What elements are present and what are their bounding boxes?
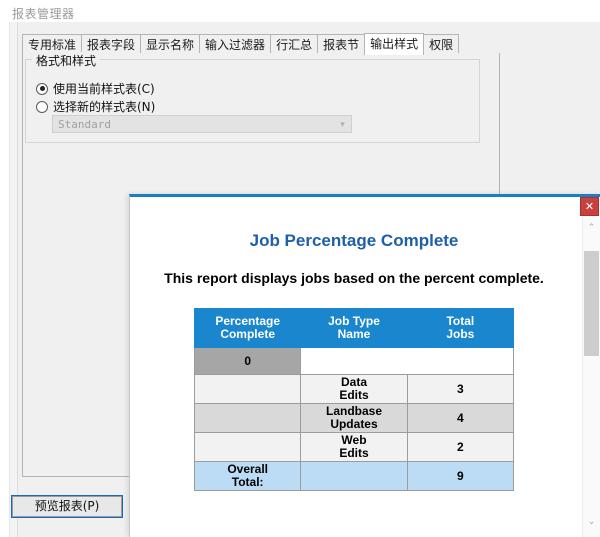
close-icon[interactable]: ✕ bbox=[580, 197, 599, 216]
cell-total-jobs: 2 bbox=[406, 432, 515, 462]
tab-output-style[interactable]: 输出样式 bbox=[364, 33, 425, 55]
tab-row-totals[interactable]: 行汇总 bbox=[270, 34, 319, 54]
column-header-jobtype-line2: Name bbox=[337, 327, 371, 341]
scroll-up-icon[interactable]: ⌃ bbox=[583, 220, 600, 237]
cell-job-type-line2: Updates bbox=[330, 417, 378, 431]
window-frame-inner bbox=[10, 22, 18, 537]
cell-job-type: Landbase Updates bbox=[300, 403, 408, 433]
radio-use-current-stylesheet[interactable]: 使用当前样式表(C) bbox=[36, 80, 155, 97]
tab-special-criteria[interactable]: 专用标准 bbox=[22, 34, 83, 54]
table-row: Landbase Updates 4 bbox=[193, 403, 515, 433]
radio-select-new-stylesheet[interactable]: 选择新的样式表(N) bbox=[36, 98, 155, 115]
table-row: Data Edits 3 bbox=[193, 374, 515, 404]
window-frame-outer bbox=[0, 22, 10, 537]
cell-spacer bbox=[300, 347, 514, 375]
column-header-total-line1: Total bbox=[446, 314, 475, 328]
table-row: Web Edits 2 bbox=[193, 432, 515, 462]
report-subtitle: This report displays jobs based on the p… bbox=[164, 270, 544, 286]
cell-percentage bbox=[193, 403, 302, 433]
column-header-percentage-complete: Percentage Complete bbox=[193, 308, 302, 348]
report-title: Job Percentage Complete bbox=[249, 231, 459, 250]
scroll-down-icon[interactable]: ⌄ bbox=[583, 514, 600, 531]
cell-job-type bbox=[300, 461, 408, 491]
cell-percentage bbox=[193, 374, 302, 404]
radio-unselected-icon bbox=[36, 100, 48, 113]
cell-job-type-line1: Landbase bbox=[325, 404, 382, 418]
report-table: Percentage Complete Job Type Name Total … bbox=[193, 308, 515, 491]
tab-report-fields[interactable]: 报表字段 bbox=[81, 34, 142, 54]
window-titlebar: 报表管理器 bbox=[0, 0, 600, 22]
stylesheet-select-value: Standard bbox=[58, 117, 111, 131]
report-preview-content: Job Percentage Complete This report disp… bbox=[130, 197, 578, 537]
column-header-total-line2: Jobs bbox=[446, 327, 475, 341]
cell-job-type-line1: Data bbox=[340, 375, 367, 389]
report-preview-dialog: Job Percentage Complete This report disp… bbox=[129, 194, 600, 537]
radio-use-current-stylesheet-label: 使用当前样式表(C) bbox=[53, 82, 155, 96]
window-title: 报表管理器 bbox=[12, 7, 75, 21]
tab-input-filters[interactable]: 输入过滤器 bbox=[199, 34, 272, 54]
cell-job-type-line1: Web bbox=[341, 433, 367, 447]
tab-display-names[interactable]: 显示名称 bbox=[140, 34, 201, 54]
column-header-job-type-name: Job Type Name bbox=[300, 308, 408, 348]
tab-permissions[interactable]: 权限 bbox=[423, 34, 460, 54]
table-header-row: Percentage Complete Job Type Name Total … bbox=[193, 308, 515, 348]
cell-job-type: Data Edits bbox=[300, 374, 408, 404]
cell-overall-total-line1: Overall bbox=[227, 462, 269, 476]
report-scrollbar[interactable]: ⌃ ⌄ bbox=[582, 216, 600, 537]
cell-overall-total-label: Overall Total: bbox=[193, 461, 302, 491]
column-header-percentage-line1: Percentage bbox=[215, 314, 281, 328]
table-row: 0 bbox=[193, 347, 514, 375]
column-header-percentage-line2: Complete bbox=[220, 327, 275, 341]
cell-job-type-line2: Edits bbox=[339, 446, 369, 460]
format-and-style-legend: 格式和样式 bbox=[32, 52, 101, 69]
cell-overall-total-line2: Total: bbox=[231, 475, 264, 489]
cell-job-type-line2: Edits bbox=[339, 388, 369, 402]
stylesheet-select[interactable]: Standard ▾ bbox=[52, 115, 352, 133]
cell-overall-total-value: 9 bbox=[406, 461, 515, 491]
scrollbar-thumb[interactable] bbox=[584, 251, 599, 356]
cell-percentage bbox=[193, 432, 302, 462]
cell-percentage: 0 bbox=[193, 347, 302, 375]
preview-report-button[interactable]: 预览报表(P) bbox=[11, 495, 123, 518]
tab-report-sections[interactable]: 报表节 bbox=[317, 34, 366, 54]
column-header-jobtype-line1: Job Type bbox=[328, 314, 380, 328]
cell-total-jobs: 4 bbox=[406, 403, 515, 433]
radio-select-new-stylesheet-label: 选择新的样式表(N) bbox=[53, 100, 156, 114]
chevron-down-icon: ▾ bbox=[340, 119, 345, 129]
table-row-overall-total: Overall Total: 9 bbox=[193, 461, 515, 491]
cell-total-jobs: 3 bbox=[406, 374, 515, 404]
radio-selected-icon bbox=[36, 82, 48, 95]
cell-job-type: Web Edits bbox=[300, 432, 408, 462]
column-header-total-jobs: Total Jobs bbox=[406, 308, 515, 348]
